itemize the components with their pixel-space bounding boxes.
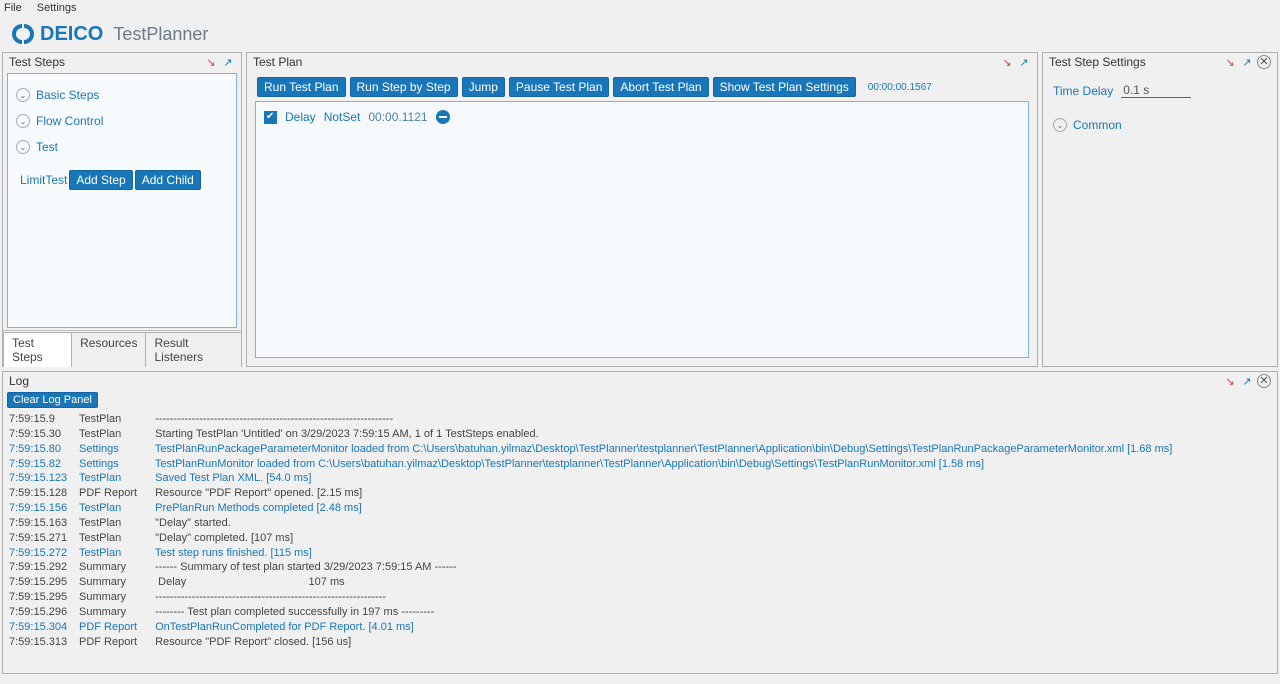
step-enabled-checkbox[interactable] (264, 111, 277, 124)
log-line: 7:59:15.272TestPlan Test step runs finis… (9, 546, 1271, 561)
chevron-down-icon[interactable]: ⌄ (16, 88, 30, 102)
log-line: 7:59:15.296Summary -------- Test plan co… (9, 605, 1271, 620)
expand-icon[interactable]: ↗ (1240, 374, 1254, 388)
chevron-down-icon[interactable]: ⌄ (1053, 118, 1067, 132)
log-line: 7:59:15.30TestPlan Starting TestPlan 'Un… (9, 427, 1271, 442)
tree-item-basic-steps[interactable]: ⌄ Basic Steps (14, 82, 230, 108)
run-step-by-step-button[interactable]: Run Step by Step (350, 77, 458, 97)
left-tabstrip: Test Steps Resources Result Listeners (3, 330, 241, 366)
expand-icon[interactable]: ↗ (1017, 55, 1031, 69)
test-steps-title: Test Steps (9, 55, 65, 69)
plan-step-row[interactable]: Delay NotSet 00:00.1121 (262, 106, 1022, 128)
tab-test-steps[interactable]: Test Steps (3, 332, 72, 367)
test-steps-panel: Test Steps ↘ ↗ ⌄ Basic Steps ⌄ Flow Cont… (2, 52, 242, 367)
time-delay-label: Time Delay (1053, 84, 1113, 98)
step-time: 00:00.1121 (368, 110, 427, 124)
log-line: 7:59:15.271TestPlan "Delay" completed. [… (9, 531, 1271, 546)
log-line: 7:59:15.123TestPlan Saved Test Plan XML.… (9, 471, 1271, 486)
show-test-plan-settings-button[interactable]: Show Test Plan Settings (713, 77, 856, 97)
app-header: DEICO TestPlanner (0, 16, 1280, 52)
brand-title: DEICO (40, 23, 103, 46)
log-lines[interactable]: 7:59:15.9TestPlan ----------------------… (3, 410, 1277, 673)
test-plan-panel: Test Plan ↘ ↗ Run Test Plan Run Step by … (246, 52, 1038, 367)
log-line: 7:59:15.292Summary ------ Summary of tes… (9, 560, 1271, 575)
test-plan-body: Delay NotSet 00:00.1121 (255, 101, 1029, 358)
jump-button[interactable]: Jump (462, 77, 505, 97)
limit-test-label: LimitTest (20, 173, 67, 187)
log-line: 7:59:15.9TestPlan ----------------------… (9, 412, 1271, 427)
expand-icon[interactable]: ↗ (221, 55, 235, 69)
log-line: 7:59:15.313PDF Report Resource "PDF Repo… (9, 635, 1271, 650)
log-line: 7:59:15.156TestPlan PrePlanRun Methods c… (9, 501, 1271, 516)
pause-test-plan-button[interactable]: Pause Test Plan (509, 77, 610, 97)
logo-icon (10, 22, 34, 46)
verdict-notset-icon (436, 110, 450, 124)
close-icon[interactable]: ✕ (1257, 374, 1271, 388)
menubar: File Settings (0, 0, 1280, 16)
tree-item-test[interactable]: ⌄ Test (14, 134, 230, 160)
test-step-settings-panel: Test Step Settings ↘ ↗ ✕ Time Delay ⌄ Co… (1042, 52, 1278, 367)
log-line: 7:59:15.304PDF Report OnTestPlanRunCompl… (9, 620, 1271, 635)
pin-icon[interactable]: ↘ (1223, 55, 1237, 69)
pin-icon[interactable]: ↘ (1223, 374, 1237, 388)
common-label: Common (1073, 118, 1122, 132)
abort-test-plan-button[interactable]: Abort Test Plan (613, 77, 708, 97)
time-delay-input[interactable] (1121, 83, 1191, 98)
tree-item-label: Basic Steps (36, 88, 99, 102)
product-title: TestPlanner (113, 24, 208, 45)
log-title: Log (9, 374, 29, 388)
log-line: 7:59:15.80Settings TestPlanRunPackagePar… (9, 442, 1271, 457)
test-plan-toolbar: Run Test Plan Run Step by Step Jump Paus… (247, 71, 1037, 101)
log-panel: Log ↘ ↗ ✕ Clear Log Panel 7:59:15.9TestP… (2, 371, 1278, 674)
tree-item-label: Test (36, 140, 58, 154)
add-step-button[interactable]: Add Step (69, 170, 132, 190)
menu-settings[interactable]: Settings (37, 2, 77, 14)
tab-result-listeners[interactable]: Result Listeners (145, 332, 242, 367)
chevron-down-icon[interactable]: ⌄ (16, 140, 30, 154)
test-steps-tree: ⌄ Basic Steps ⌄ Flow Control ⌄ Test Limi… (7, 73, 237, 328)
log-line: 7:59:15.295Summary ---------------------… (9, 590, 1271, 605)
step-verdict: NotSet (324, 110, 361, 124)
log-line: 7:59:15.128PDF Report Resource "PDF Repo… (9, 486, 1271, 501)
log-line: 7:59:15.82Settings TestPlanRunMonitor lo… (9, 457, 1271, 472)
run-test-plan-button[interactable]: Run Test Plan (257, 77, 346, 97)
close-icon[interactable]: ✕ (1257, 55, 1271, 69)
chevron-down-icon[interactable]: ⌄ (16, 114, 30, 128)
menu-file[interactable]: File (4, 2, 22, 14)
toolbar-timestamp: 00:00:00.1567 (868, 82, 932, 93)
step-name: Delay (285, 110, 316, 124)
clear-log-button[interactable]: Clear Log Panel (7, 392, 98, 408)
log-line: 7:59:15.163TestPlan "Delay" started. (9, 516, 1271, 531)
pin-icon[interactable]: ↘ (1000, 55, 1014, 69)
log-line: 7:59:15.295Summary Delay 107 ms (9, 575, 1271, 590)
add-child-button[interactable]: Add Child (135, 170, 201, 190)
tree-item-label: Flow Control (36, 114, 103, 128)
test-plan-title: Test Plan (253, 55, 302, 69)
tab-resources[interactable]: Resources (71, 332, 146, 367)
common-group[interactable]: ⌄ Common (1053, 118, 1267, 132)
tree-item-flow-control[interactable]: ⌄ Flow Control (14, 108, 230, 134)
pin-icon[interactable]: ↘ (204, 55, 218, 69)
test-step-settings-title: Test Step Settings (1049, 55, 1146, 69)
expand-icon[interactable]: ↗ (1240, 55, 1254, 69)
